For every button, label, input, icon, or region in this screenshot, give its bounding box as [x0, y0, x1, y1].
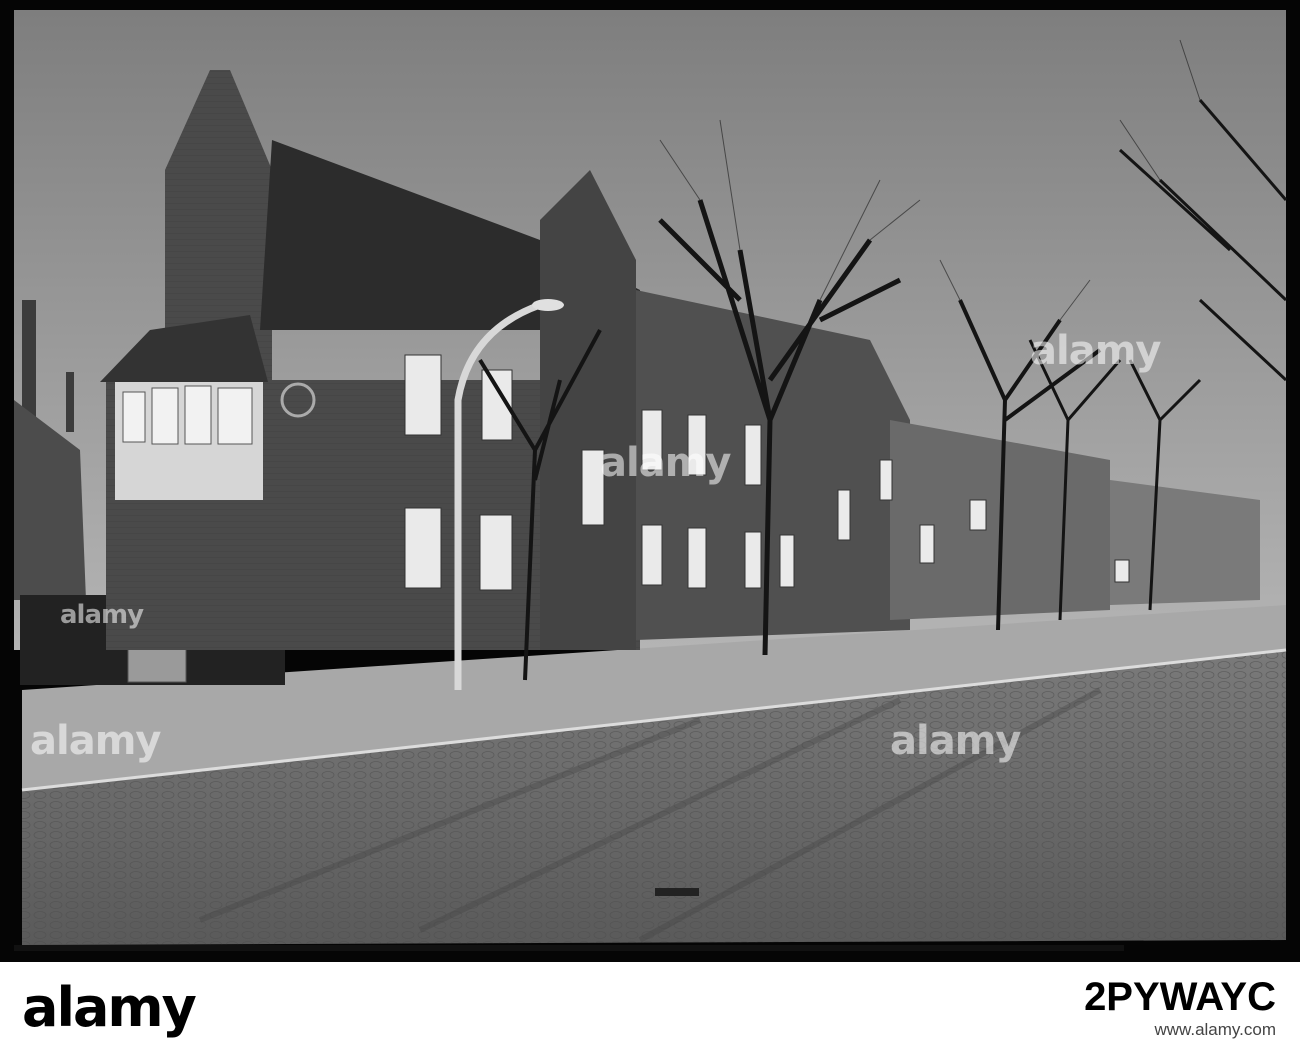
photo-frame: alamy alamy alamy alamy alamy [0, 0, 1300, 962]
street-photo [14, 10, 1288, 951]
distant-building [1110, 480, 1260, 605]
footer-bar: alamy 2PYWAYC www.alamy.com [0, 962, 1300, 1053]
right-wing [636, 290, 910, 640]
chimney-left [22, 300, 36, 420]
image-url: www.alamy.com [1154, 1020, 1276, 1039]
chimney-left-2 [66, 372, 74, 432]
alamy-logo: alamy [22, 976, 197, 1039]
image-id-block: 2PYWAYC www.alamy.com [1084, 974, 1276, 1040]
storm-drain [655, 888, 699, 896]
image-code: 2PYWAYC [1084, 975, 1276, 1019]
